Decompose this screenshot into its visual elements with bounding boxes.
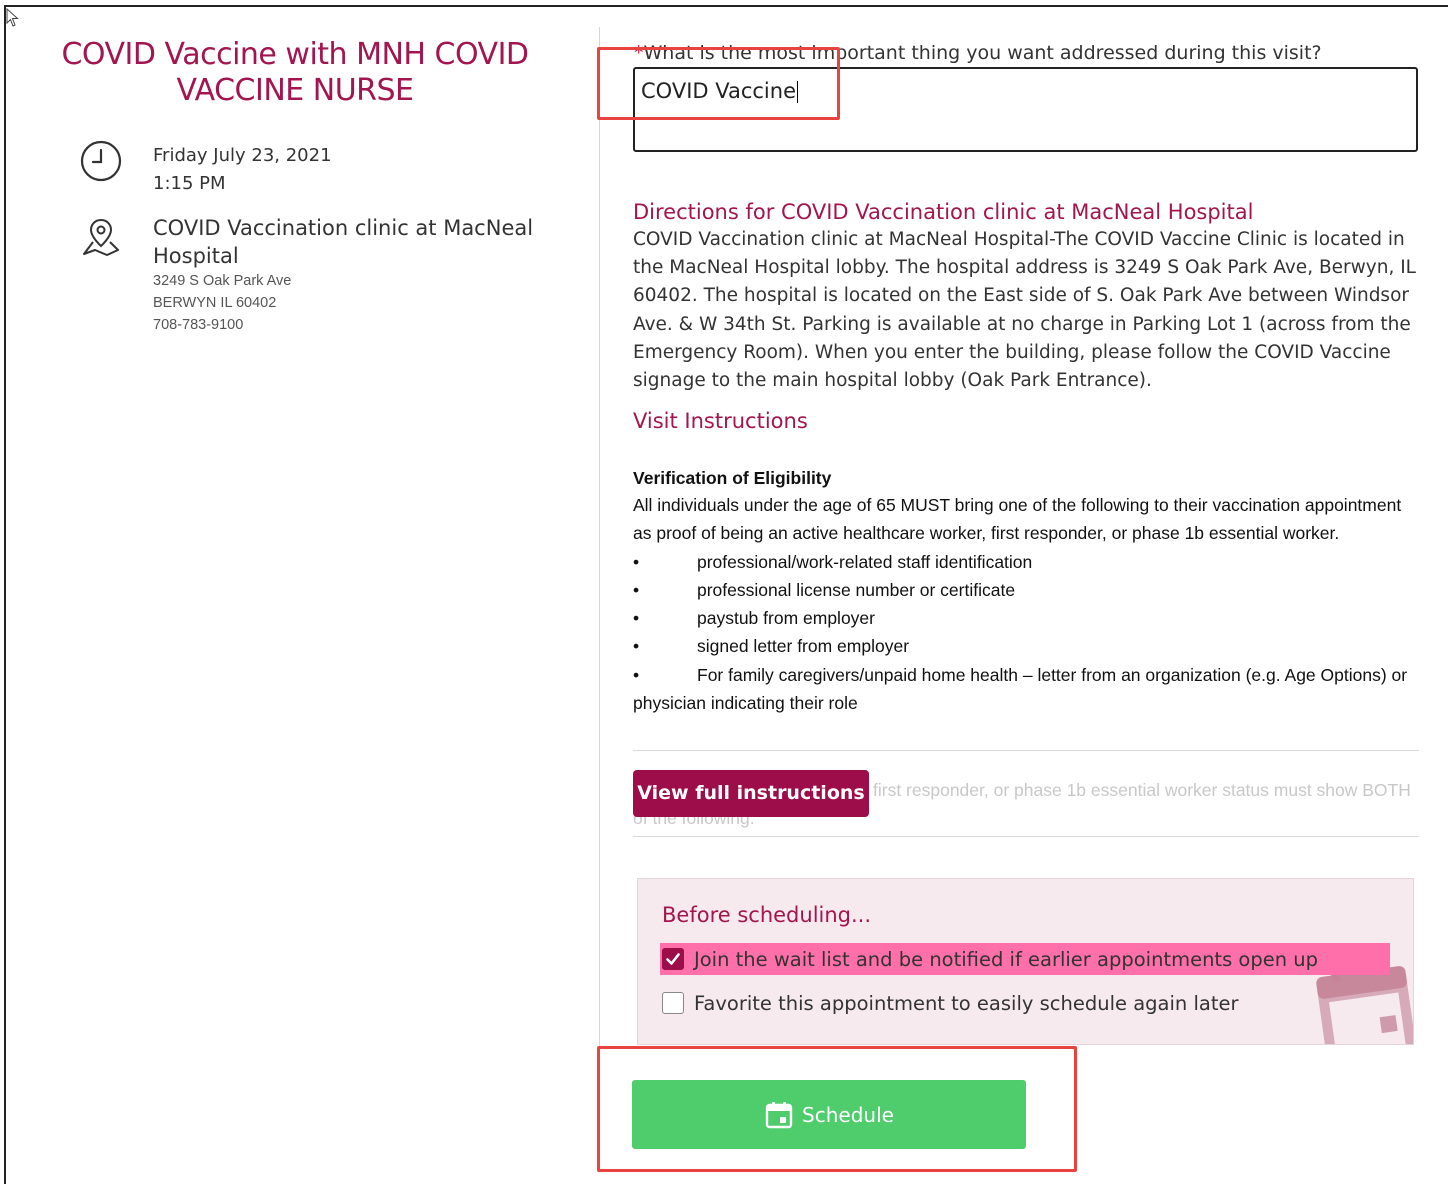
- checkmark-icon: [666, 953, 680, 965]
- annotation-highlight-input: [597, 47, 840, 120]
- instructions-top-divider: [633, 750, 1419, 751]
- waitlist-label: Join the wait list and be notified if ea…: [694, 947, 1319, 971]
- appointment-date: Friday July 23, 2021: [153, 145, 332, 166]
- list-item: • professional license number or certific…: [633, 579, 1016, 600]
- eligibility-heading: Verification of Eligibility: [633, 468, 832, 488]
- directions-body: COVID Vaccination clinic at MacNeal Hosp…: [633, 229, 1416, 392]
- map-pin-icon: [83, 218, 119, 256]
- before-scheduling-panel: Before scheduling... Join the wait list …: [637, 878, 1414, 1045]
- favorite-checkbox[interactable]: [662, 992, 684, 1014]
- list-item: • For family caregivers/unpaid home healt…: [633, 664, 1408, 714]
- clock-icon: [80, 140, 122, 182]
- eligibility-intro: All individuals under the age of 65 MUST…: [633, 495, 1402, 544]
- location-name: COVID Vaccination clinic at MacNeal Hosp…: [153, 216, 534, 268]
- appointment-title: COVID Vaccine with MNH COVID VACCINE NUR…: [61, 37, 529, 108]
- mouse-pointer-icon: [6, 8, 19, 27]
- favorite-label: Favorite this appointment to easily sche…: [694, 991, 1239, 1015]
- address-line1: 3249 S Oak Park Ave: [153, 273, 292, 289]
- appointment-time: 1:15 PM: [153, 173, 226, 194]
- column-divider: [599, 27, 600, 1057]
- before-scheduling-title: Before scheduling...: [662, 903, 872, 927]
- visit-instructions-content: Verification of Eligibility All individu…: [633, 465, 1423, 717]
- list-item: • paystub from employer: [633, 608, 875, 629]
- address-line2: BERWYN IL 60402: [153, 295, 277, 311]
- directions-title: Directions for COVID Vaccination clinic …: [633, 200, 1254, 224]
- list-item: • signed letter from employer: [633, 636, 910, 657]
- location-phone: 708-783-9100: [153, 317, 244, 333]
- appointment-datetime: Friday July 23, 2021 1:15 PM: [153, 142, 332, 198]
- annotation-highlight-schedule: [597, 1046, 1077, 1172]
- waitlist-checkbox[interactable]: [662, 948, 684, 970]
- visit-instructions-title: Visit Instructions: [633, 409, 808, 433]
- instructions-bottom-divider: [633, 836, 1419, 837]
- list-item: • professional/work-related staff identif…: [633, 551, 1033, 572]
- waitlist-option[interactable]: Join the wait list and be notified if ea…: [660, 943, 1390, 975]
- view-full-instructions-button[interactable]: View full instructions: [633, 770, 869, 817]
- favorite-option[interactable]: Favorite this appointment to easily sche…: [660, 987, 1238, 1019]
